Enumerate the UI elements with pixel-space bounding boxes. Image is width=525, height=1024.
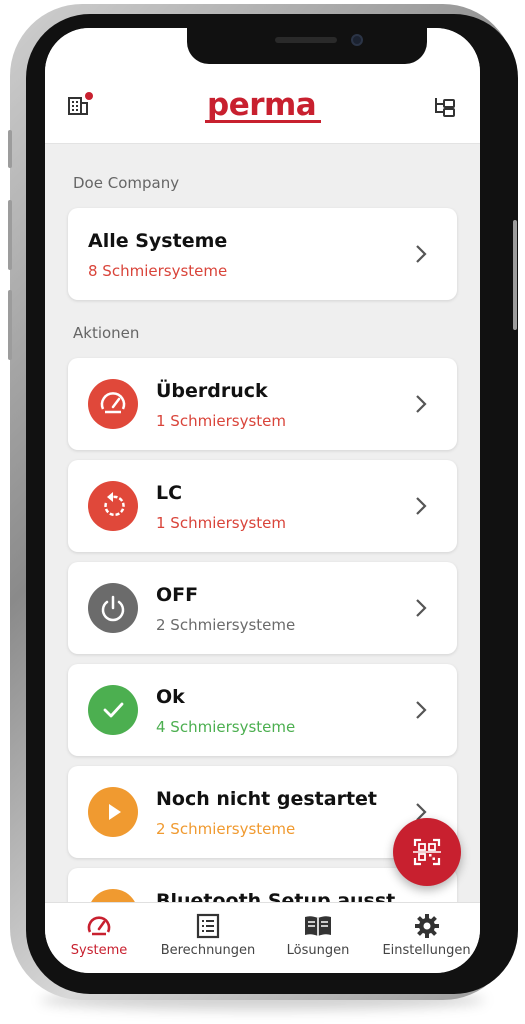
company-label: Doe Company bbox=[73, 174, 180, 192]
chevron-right-icon bbox=[416, 395, 427, 413]
power-button bbox=[513, 220, 517, 330]
chevron-right-icon bbox=[416, 497, 427, 515]
nav-label: Berechnungen bbox=[160, 943, 256, 958]
refresh-icon bbox=[88, 481, 138, 531]
action-count: 2 Schmiersysteme bbox=[156, 820, 296, 838]
hierarchy-icon[interactable] bbox=[433, 96, 457, 118]
nav-label: Lösungen bbox=[286, 943, 350, 958]
action-title: Noch nicht gestartet bbox=[156, 788, 378, 810]
notch bbox=[187, 28, 427, 64]
action-card-off[interactable]: OFF 2 Schmiersysteme bbox=[68, 562, 457, 654]
nav-berechnungen[interactable]: Berechnungen bbox=[153, 903, 263, 973]
play-icon bbox=[88, 787, 138, 837]
bottom-nav: Systeme Berechnungen Lösungen Einstellun… bbox=[45, 902, 480, 973]
logo-text: perma bbox=[207, 87, 317, 123]
action-title: Ok bbox=[156, 686, 185, 708]
list-icon bbox=[196, 913, 220, 939]
qr-scan-icon bbox=[413, 838, 441, 866]
volume-down-button bbox=[8, 290, 12, 360]
action-card-ueberdruck[interactable]: Überdruck 1 Schmiersystem bbox=[68, 358, 457, 450]
qr-scan-button[interactable] bbox=[393, 818, 461, 886]
all-systems-count: 8 Schmiersysteme bbox=[88, 262, 228, 280]
action-card-lc[interactable]: LC 1 Schmiersystem bbox=[68, 460, 457, 552]
action-card-ok[interactable]: Ok 4 Schmiersysteme bbox=[68, 664, 457, 756]
all-systems-title: Alle Systeme bbox=[88, 230, 228, 252]
chevron-right-icon bbox=[416, 245, 427, 263]
nav-label: Einstellungen bbox=[382, 943, 471, 958]
gauge-icon bbox=[88, 379, 138, 429]
logo-underline bbox=[205, 120, 321, 123]
action-count: 4 Schmiersysteme bbox=[156, 718, 296, 736]
mute-switch bbox=[8, 130, 12, 168]
chevron-right-icon bbox=[416, 599, 427, 617]
action-title: Überdruck bbox=[156, 380, 268, 402]
nav-einstellungen[interactable]: Einstellungen bbox=[373, 903, 480, 973]
speaker bbox=[275, 37, 337, 43]
action-count: 2 Schmiersysteme bbox=[156, 616, 296, 634]
front-camera bbox=[351, 34, 363, 46]
volume-up-button bbox=[8, 200, 12, 270]
power-icon bbox=[88, 583, 138, 633]
all-systems-card[interactable]: Alle Systeme 8 Schmiersysteme bbox=[68, 208, 457, 300]
book-icon bbox=[305, 916, 331, 936]
action-count: 1 Schmiersystem bbox=[156, 514, 286, 532]
gauge-icon bbox=[87, 916, 111, 936]
chevron-right-icon bbox=[416, 701, 427, 719]
perma-logo: perma bbox=[205, 88, 321, 128]
nav-loesungen[interactable]: Lösungen bbox=[273, 903, 363, 973]
actions-label: Aktionen bbox=[73, 324, 140, 342]
app-screen: perma Doe Company Alle Systeme 8 Schmier… bbox=[45, 28, 480, 973]
notification-dot bbox=[85, 92, 93, 100]
action-title: LC bbox=[156, 482, 183, 504]
check-icon bbox=[88, 685, 138, 735]
gear-icon bbox=[414, 914, 439, 938]
nav-label: Systeme bbox=[70, 943, 128, 958]
action-title: OFF bbox=[156, 584, 199, 606]
action-count: 1 Schmiersystem bbox=[156, 412, 286, 430]
nav-systeme[interactable]: Systeme bbox=[51, 903, 147, 973]
